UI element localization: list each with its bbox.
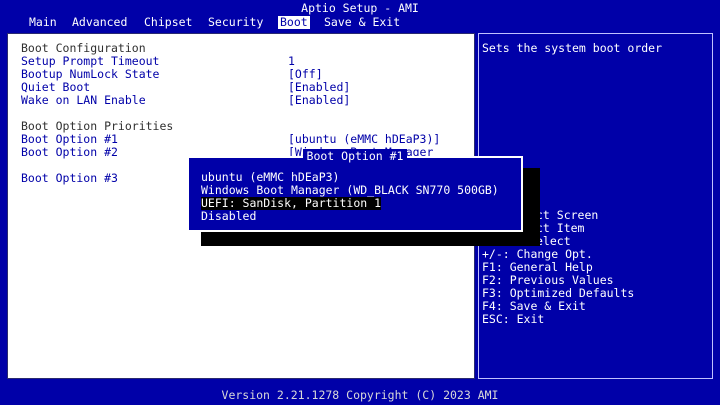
tab-chipset[interactable]: Chipset [142, 16, 194, 29]
menu-bar: Main Advanced Chipset Security Boot Save… [0, 15, 720, 30]
wake-on-lan-value[interactable]: [Enabled] [288, 94, 350, 107]
title-bar: Aptio Setup - AMI [0, 0, 720, 15]
tab-advanced[interactable]: Advanced [70, 16, 129, 29]
tab-main[interactable]: Main [27, 16, 59, 29]
wake-on-lan-label[interactable]: Wake on LAN Enable [21, 94, 146, 107]
popup-title: Boot Option #1 [302, 149, 408, 163]
tab-security[interactable]: Security [206, 16, 265, 29]
help-key-esc: ESC: Exit [482, 312, 545, 326]
boot-option-2-label[interactable]: Boot Option #2 [21, 146, 118, 159]
help-description: Sets the system boot order [482, 41, 663, 55]
footer-version: Version 2.21.1278 Copyright (C) 2023 AMI [221, 388, 499, 402]
window-title: Aptio Setup - AMI [301, 1, 419, 15]
popup-title-wrap: Boot Option #1 [189, 149, 521, 163]
boot-option-popup[interactable]: Boot Option #1 ubuntu (eMMC hDEaP3) Wind… [187, 149, 523, 232]
boot-option-3-label[interactable]: Boot Option #3 [21, 172, 118, 185]
popup-option-disabled[interactable]: Disabled [201, 210, 256, 223]
footer-bar: Version 2.21.1278 Copyright (C) 2023 AMI [0, 387, 720, 405]
tab-save-exit[interactable]: Save & Exit [322, 16, 402, 29]
tab-boot[interactable]: Boot [278, 16, 310, 29]
